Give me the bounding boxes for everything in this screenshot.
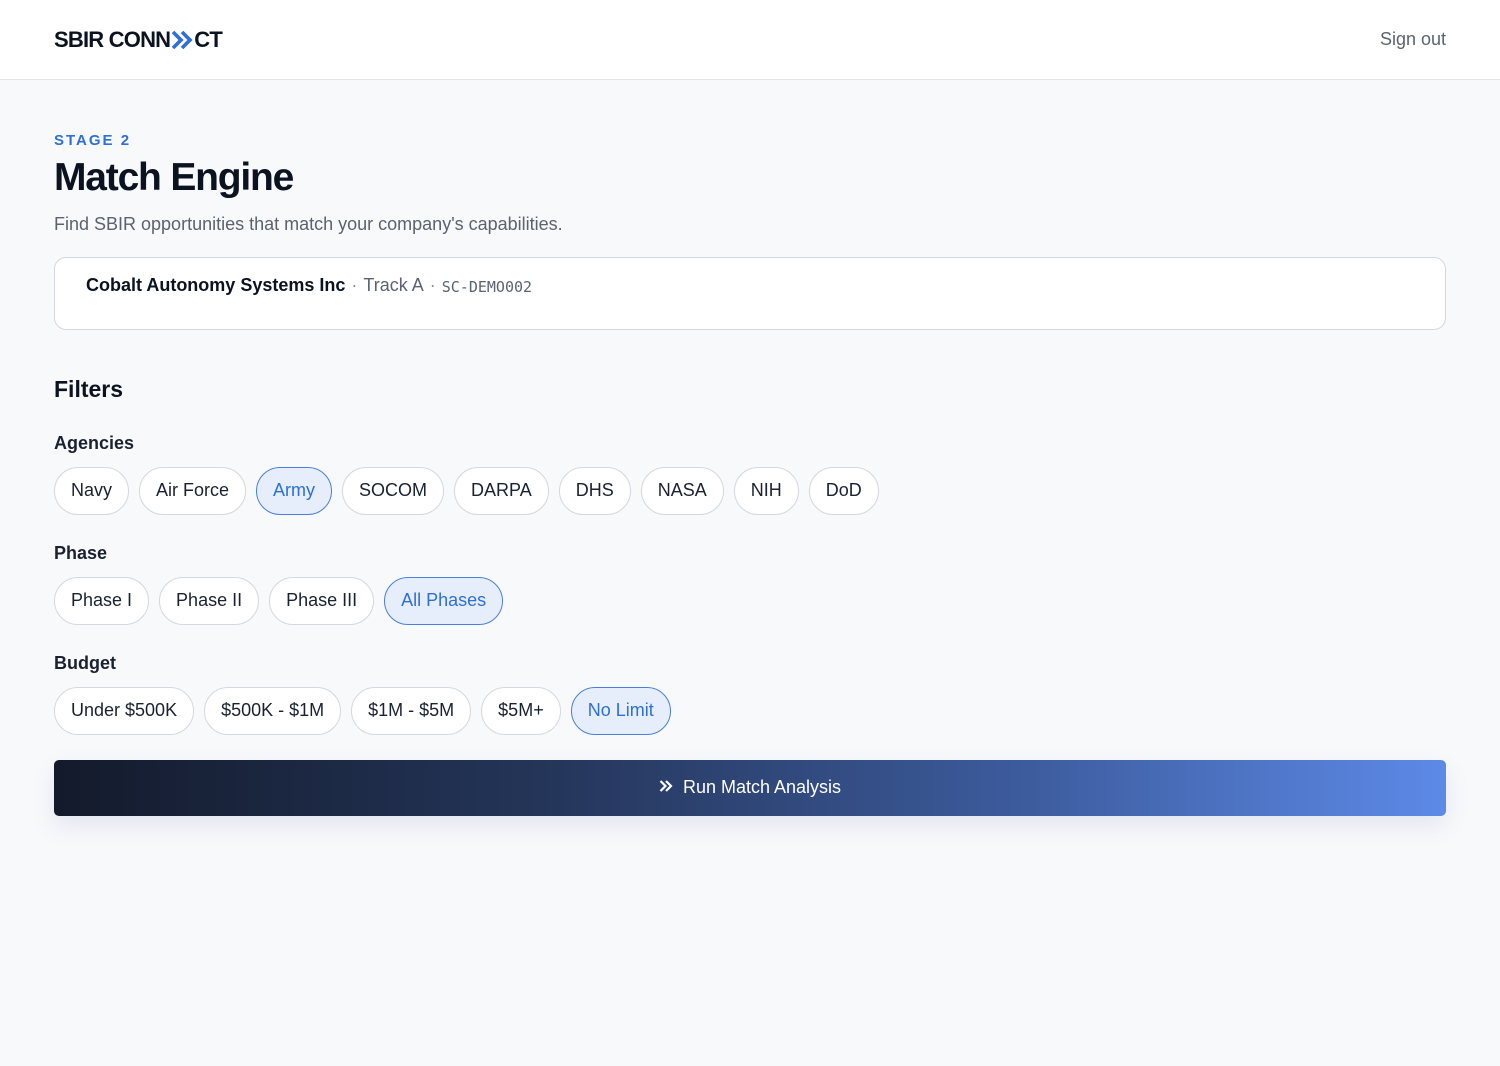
agency-pill-air-force[interactable]: Air Force [139, 466, 247, 515]
agencies-filter-group: Agencies Navy Air Force Army SOCOM DARPA… [54, 433, 1446, 515]
company-track: Track A [363, 274, 424, 295]
agencies-label: Agencies [54, 432, 135, 453]
run-match-analysis-label: Run Match Analysis [682, 777, 842, 798]
company-code: SC-DEMO002 [441, 277, 533, 296]
phase-pill-phase-ii[interactable]: Phase II [159, 576, 260, 625]
budget-pill-under-500k[interactable]: Under $500K [54, 686, 195, 735]
separator-dot: · [429, 274, 436, 295]
agency-pill-darpa[interactable]: DARPA [454, 466, 549, 515]
agency-pill-dhs[interactable]: DHS [558, 466, 631, 515]
top-navigation-bar: SBIR CONN CT Sign out [0, 0, 1500, 80]
agency-pill-socom[interactable]: SOCOM [342, 466, 445, 515]
sign-out-button[interactable]: Sign out [1380, 29, 1446, 50]
budget-pill-1m-5m[interactable]: $1M - $5M [351, 686, 472, 735]
budget-pill-5m-plus[interactable]: $5M+ [481, 686, 561, 735]
phase-pill-all-phases[interactable]: All Phases [384, 576, 504, 625]
phase-pill-phase-i[interactable]: Phase I [54, 576, 150, 625]
phase-label: Phase [54, 542, 108, 563]
match-engine-page: STAGE 2 Match Engine Find SBIR opportuni… [0, 80, 1500, 816]
agency-pill-nih[interactable]: NIH [733, 466, 799, 515]
agency-pill-nasa[interactable]: NASA [640, 466, 724, 515]
stage-label: STAGE 2 [54, 132, 132, 149]
budget-label: Budget [54, 652, 116, 673]
budget-pill-row: Under $500K $500K - $1M $1M - $5M $5M+ N… [54, 686, 1446, 735]
agencies-pill-row: Navy Air Force Army SOCOM DARPA DHS NASA… [54, 466, 1446, 515]
phase-pill-row: Phase I Phase II Phase III All Phases [54, 576, 1446, 625]
run-match-analysis-button[interactable]: Run Match Analysis [54, 759, 1446, 816]
sbir-connect-logo[interactable]: SBIR CONN CT [54, 26, 223, 53]
budget-filter-group: Budget Under $500K $500K - $1M $1M - $5M… [54, 653, 1446, 735]
phase-pill-phase-iii[interactable]: Phase III [269, 576, 375, 625]
logo-text-right: CT [194, 26, 223, 52]
page-subtitle: Find SBIR opportunities that match your … [54, 213, 563, 234]
filters-heading: Filters [54, 375, 124, 402]
page-title: Match Engine [54, 156, 294, 199]
budget-pill-no-limit[interactable]: No Limit [570, 686, 671, 735]
double-chevron-logo-icon [171, 30, 193, 50]
phase-filter-group: Phase Phase I Phase II Phase III All Pha… [54, 543, 1446, 625]
agency-pill-dod[interactable]: DoD [808, 466, 879, 515]
company-name: Cobalt Autonomy Systems Inc [86, 274, 346, 295]
agency-pill-navy[interactable]: Navy [54, 466, 130, 515]
logo-text-left: SBIR CONN [54, 26, 171, 52]
double-chevron-right-icon [659, 777, 673, 798]
separator-dot: · [351, 274, 358, 295]
budget-pill-500k-1m[interactable]: $500K - $1M [204, 686, 342, 735]
agency-pill-army[interactable]: Army [256, 466, 333, 515]
company-info-card: Cobalt Autonomy Systems Inc · Track A · … [54, 256, 1446, 330]
